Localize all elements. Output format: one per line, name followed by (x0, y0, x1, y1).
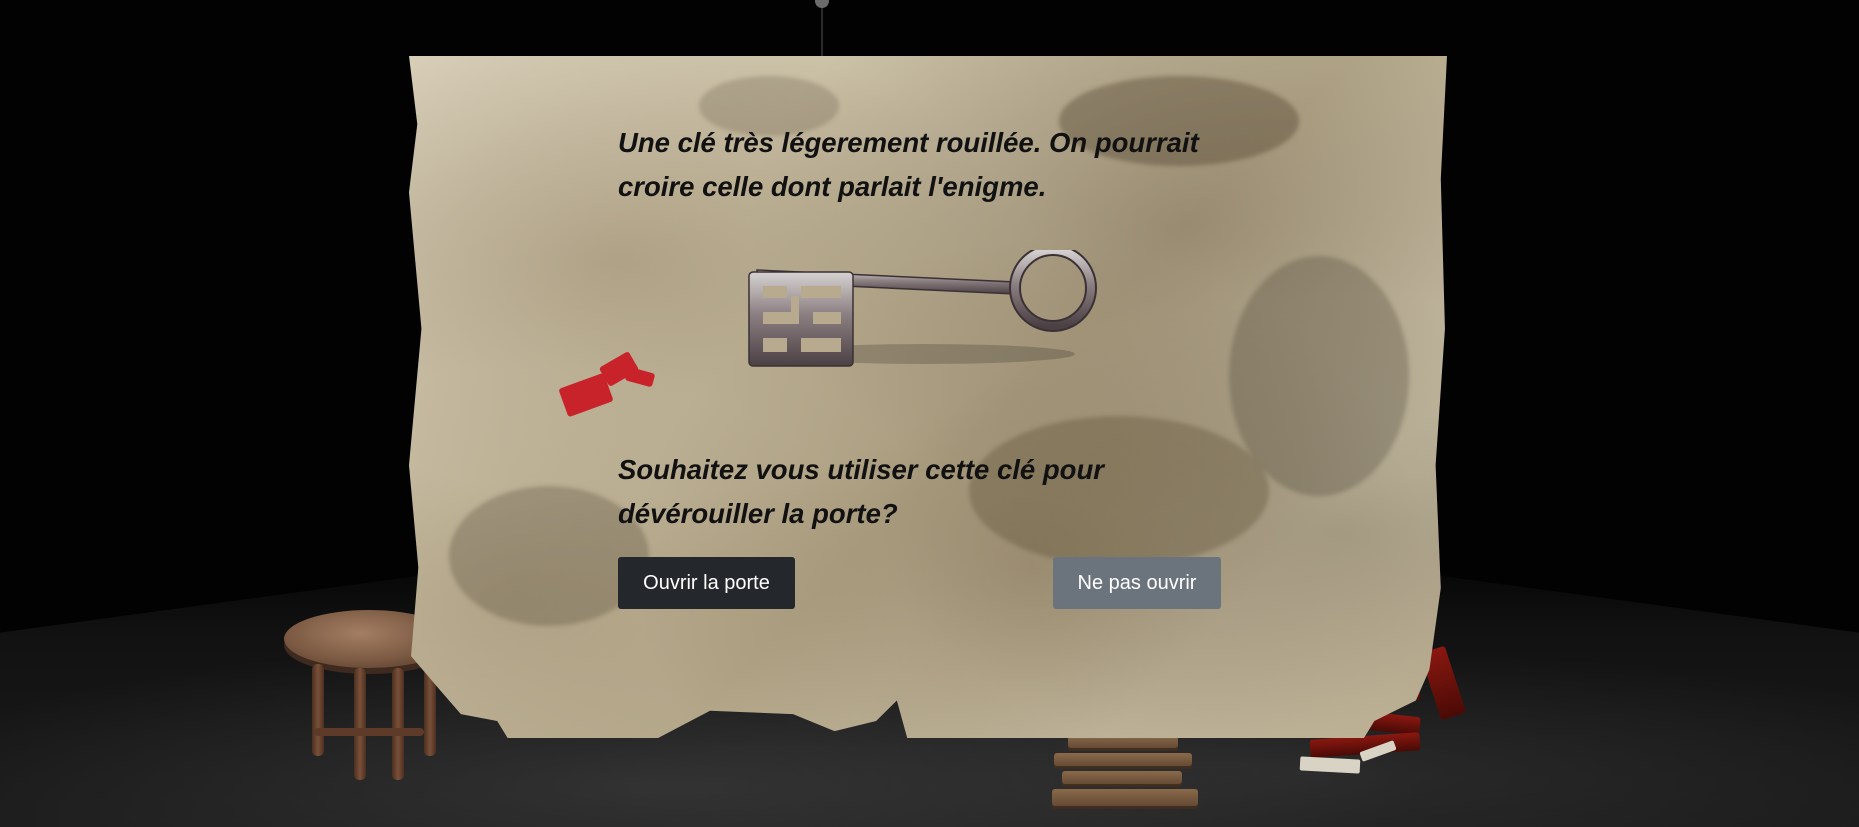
book (1062, 771, 1182, 787)
book (1052, 789, 1198, 809)
table-rail (314, 728, 424, 736)
do-not-open-button[interactable]: Ne pas ouvrir (1053, 557, 1221, 609)
loose-pages (1299, 756, 1361, 774)
table-leg (354, 668, 366, 780)
item-description: Une clé très légerement rouillée. On pou… (618, 127, 1199, 202)
book-stack (1048, 735, 1208, 815)
rusty-key-icon (745, 244, 1097, 370)
ceiling-lamp-icon (815, 0, 829, 8)
open-door-button[interactable]: Ouvrir la porte (618, 557, 795, 609)
book (1054, 753, 1192, 769)
hanging-wire (821, 0, 823, 56)
game-scene: Une clé très légerement rouillée. On pou… (0, 0, 1859, 827)
use-key-question: Souhaitez vous utiliser cette clé pour d… (618, 454, 1104, 529)
table-leg (392, 668, 404, 780)
wax-seal-icon (552, 346, 672, 426)
stain (1229, 256, 1409, 496)
table-leg (312, 664, 324, 756)
